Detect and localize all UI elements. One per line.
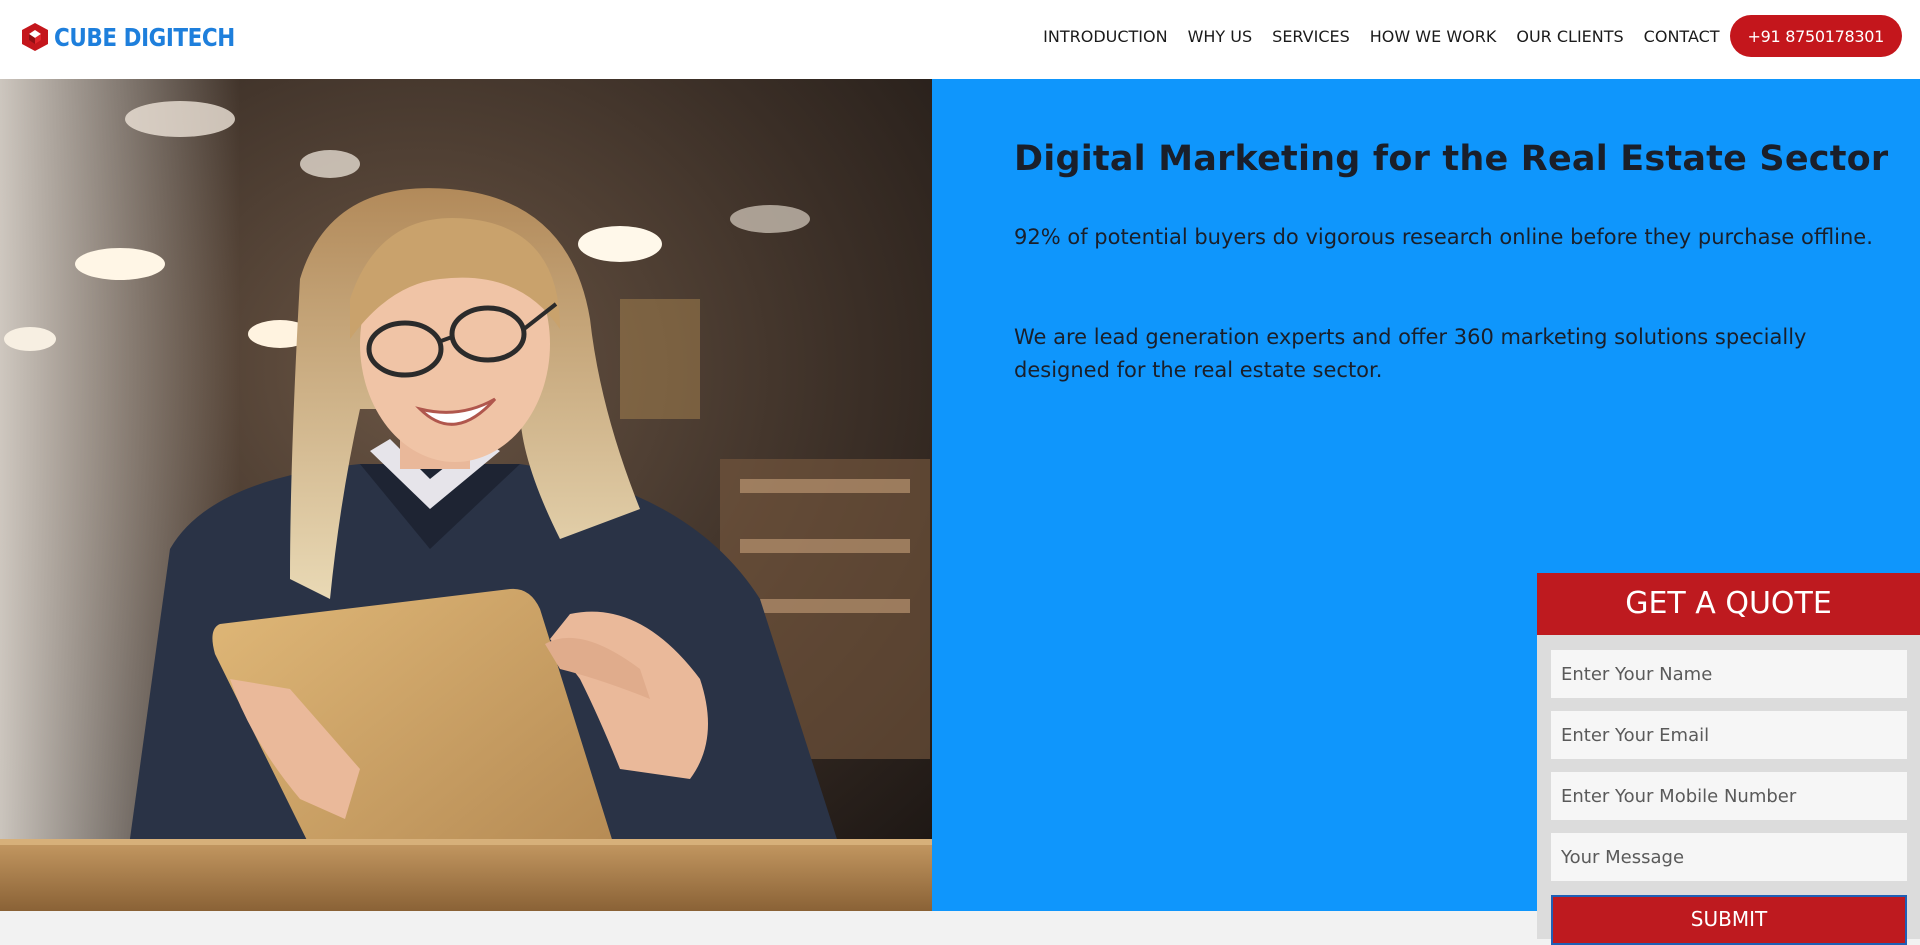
phone-button[interactable]: +91 8750178301 [1729,15,1902,57]
main-nav: INTRODUCTION WHY US SERVICES HOW WE WORK… [1043,15,1902,57]
nav-contact[interactable]: CONTACT [1644,27,1720,46]
site-header: CUBE DIGITECH INTRODUCTION WHY US SERVIC… [0,0,1920,79]
hero-paragraph-experts: We are lead generation experts and offer… [1014,325,1807,382]
name-field[interactable] [1551,650,1907,698]
submit-button[interactable]: SUBMIT [1551,895,1907,945]
hero-title: Digital Marketing for the Real Estate Se… [1014,139,1889,179]
quote-form: GET A QUOTE SUBMIT [1537,573,1920,945]
hero-paragraph-research: 92% of potential buyers do vigorous rese… [1014,225,1873,249]
message-field[interactable] [1551,833,1907,881]
nav-introduction[interactable]: INTRODUCTION [1043,27,1167,46]
nav-why-us[interactable]: WHY US [1188,27,1253,46]
nav-services[interactable]: SERVICES [1272,27,1350,46]
cube-hexagon-icon [22,23,48,51]
quote-form-title: GET A QUOTE [1537,573,1920,635]
brand-logo[interactable]: CUBE DIGITECH [20,20,264,54]
nav-how-we-work[interactable]: HOW WE WORK [1370,27,1497,46]
nav-our-clients[interactable]: OUR CLIENTS [1516,27,1623,46]
brand-name: CUBE DIGITECH [54,22,235,52]
email-field[interactable] [1551,711,1907,759]
woman-with-tablet-photo [0,79,932,911]
mobile-field[interactable] [1551,772,1907,820]
